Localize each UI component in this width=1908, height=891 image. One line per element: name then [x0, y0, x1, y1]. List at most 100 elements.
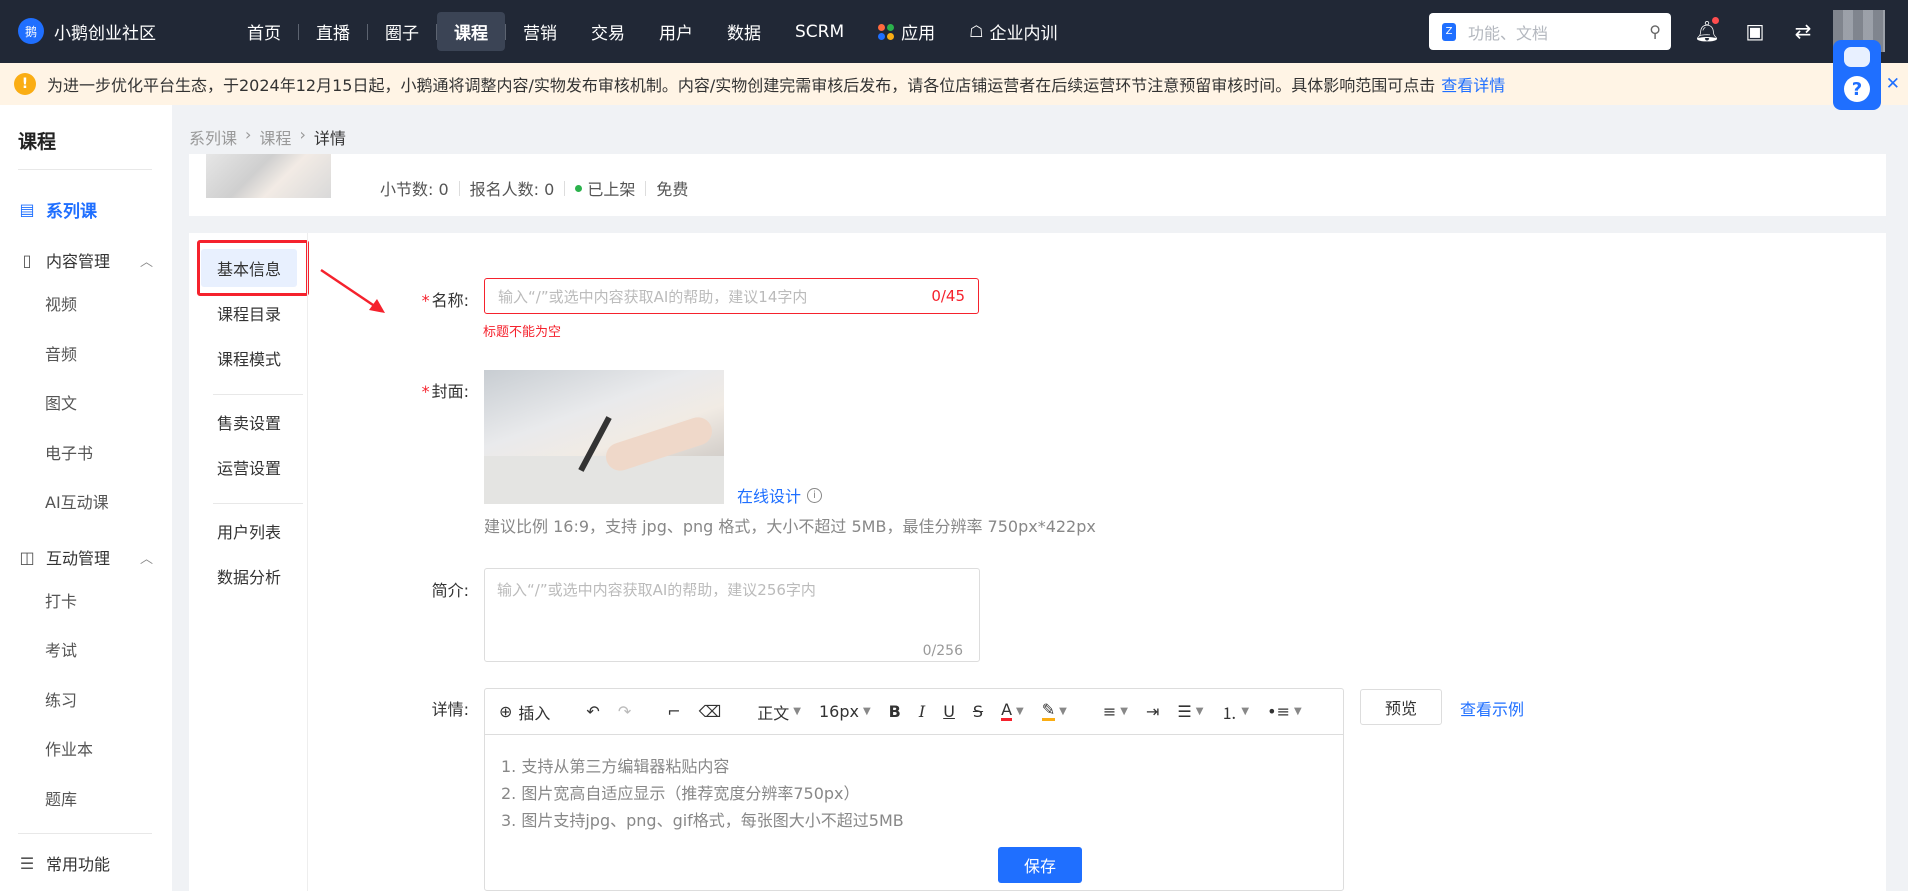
caret-down-icon: ▼: [1120, 706, 1128, 717]
strikethrough-icon[interactable]: S: [973, 702, 983, 721]
tab-user-list[interactable]: 用户列表: [201, 512, 297, 550]
search-box[interactable]: Z 功能、文档 ⚲: [1429, 13, 1671, 50]
required-mark: *: [421, 382, 430, 401]
nav-trade[interactable]: 交易: [574, 12, 642, 51]
breadcrumb-current: 详情: [313, 129, 346, 148]
sidebar-item-video[interactable]: 视频: [45, 291, 77, 315]
line-height-icon[interactable]: ☰ ▼: [1177, 702, 1203, 721]
sidebar-item-exam[interactable]: 考试: [45, 637, 77, 661]
sidebar-item-ebook[interactable]: 电子书: [45, 440, 93, 464]
store-icon[interactable]: ▣: [1743, 19, 1767, 43]
nav-scrm[interactable]: SCRM: [778, 12, 861, 51]
breadcrumb-item[interactable]: 系列课: [189, 125, 237, 149]
sidebar-group-content[interactable]: ▯ 内容管理 ︿: [18, 248, 153, 272]
status-dot: [575, 184, 583, 192]
switch-icon[interactable]: ⇄: [1791, 19, 1815, 43]
apps-grid-icon: [878, 23, 895, 40]
ordered-list-icon[interactable]: ⒈ ▼: [1221, 700, 1249, 724]
highlight-icon[interactable]: ✎ ▼: [1041, 702, 1067, 721]
search-icon[interactable]: ⚲: [1649, 22, 1661, 41]
annotation-arrow-icon: [320, 268, 385, 313]
save-button[interactable]: 保存: [998, 847, 1082, 883]
document-icon: ▯: [22, 250, 32, 270]
robot-icon: [1841, 44, 1873, 70]
intro-textarea[interactable]: 输入“/”或选中内容获取AI的帮助，建议256字内 0/256: [484, 568, 980, 662]
price-label: 免费: [656, 180, 689, 199]
brand[interactable]: 鹅 小鹅创业社区: [18, 18, 156, 44]
caret-down-icon: ▼: [1059, 706, 1067, 717]
tab-mode[interactable]: 课程模式: [201, 339, 297, 377]
editor-body[interactable]: 1. 支持从第三方编辑器粘贴内容 2. 图片宽高自适应显示（推荐宽度分辨率750…: [485, 735, 1343, 852]
underline-icon[interactable]: U: [943, 702, 955, 721]
subnav-divider: [213, 503, 303, 504]
course-list-icon: ▤: [19, 200, 35, 219]
sidebar-item-series[interactable]: ▤ 系列课: [18, 197, 97, 222]
tab-sales[interactable]: 售卖设置: [201, 403, 297, 441]
preview-button[interactable]: 预览: [1360, 689, 1442, 725]
caret-down-icon: ▼: [1195, 706, 1204, 717]
nav-data[interactable]: 数据: [710, 12, 778, 51]
font-color-icon[interactable]: A ▼: [1001, 702, 1024, 721]
notice-banner: ! 为进一步优化平台生态，于2024年12月15日起，小鹅通将调整内容/实物发布…: [0, 63, 1908, 105]
font-size-select[interactable]: 16px ▼: [819, 702, 871, 721]
cover-image[interactable]: [484, 370, 724, 504]
indent-icon[interactable]: ⇥: [1146, 702, 1159, 721]
info-icon[interactable]: i: [807, 487, 823, 503]
paragraph-select[interactable]: 正文 ▼: [757, 700, 801, 724]
nav-users[interactable]: 用户: [642, 12, 710, 51]
nav-apps[interactable]: 应用: [861, 12, 952, 51]
highlight-box: [197, 240, 309, 296]
nav-course[interactable]: 课程: [437, 12, 505, 51]
sidebar-group-interaction[interactable]: ◫ 互动管理 ︿: [18, 545, 153, 569]
insert-button[interactable]: ⊕ 插入: [499, 700, 550, 724]
undo-icon[interactable]: ↶: [586, 702, 599, 721]
bell-icon[interactable]: 🔔︎: [1694, 17, 1720, 43]
name-placeholder: 输入“/”或选中内容获取AI的帮助，建议14字内: [498, 287, 808, 306]
close-icon[interactable]: ✕: [1886, 74, 1900, 94]
eraser-icon[interactable]: ⌫: [699, 702, 722, 721]
intro-char-count: 0/256: [922, 643, 963, 659]
sidebar-group-label: 互动管理: [46, 549, 111, 568]
sidebar-item-checkin[interactable]: 打卡: [45, 588, 77, 612]
sidebar-item-practice[interactable]: 练习: [45, 687, 77, 711]
caret-down-icon: ▼: [862, 706, 871, 717]
tab-catalog[interactable]: 课程目录: [201, 294, 297, 332]
name-field[interactable]: 输入“/”或选中内容获取AI的帮助，建议14字内 0/45: [484, 278, 979, 314]
plus-circle-icon: ⊕: [499, 702, 513, 721]
online-design-link[interactable]: 在线设计 i: [737, 483, 823, 507]
sidebar-divider: [18, 169, 152, 170]
redo-icon[interactable]: ↷: [618, 702, 631, 721]
format-painter-icon[interactable]: ⌐: [667, 702, 680, 721]
sidebar-item-ai-course[interactable]: AI互动课: [45, 489, 109, 513]
sidebar-common-functions[interactable]: ☰ 常用功能: [18, 851, 153, 875]
italic-icon[interactable]: I: [919, 702, 925, 721]
sidebar-item-audio[interactable]: 音频: [45, 341, 77, 365]
breadcrumb-item[interactable]: 课程: [259, 125, 291, 149]
course-thumbnail: [206, 154, 331, 198]
nav-live[interactable]: 直播: [299, 12, 367, 51]
nav-marketing[interactable]: 营销: [506, 12, 574, 51]
search-input[interactable]: 功能、文档: [1468, 20, 1649, 44]
editor-hint-line: 2. 图片宽高自适应显示（推荐宽度分辨率750px）: [501, 784, 860, 803]
main-nav: 首页 直播 圈子 课程 营销 交易 用户 数据 SCRM 应用 ☖ 企业内训: [230, 12, 1074, 51]
help-assistant-button[interactable]: ?: [1833, 40, 1881, 110]
bullet-list-icon[interactable]: •≡ ▼: [1267, 702, 1302, 721]
nav-home[interactable]: 首页: [230, 12, 298, 51]
nav-training[interactable]: ☖ 企业内训: [952, 12, 1074, 51]
nav-apps-label: 应用: [901, 24, 936, 44]
interaction-icon: ◫: [19, 547, 35, 567]
sidebar-item-question-bank[interactable]: 题库: [45, 786, 77, 810]
bold-icon[interactable]: B: [889, 702, 901, 721]
lesson-count: 小节数: 0: [380, 180, 449, 199]
notice-detail-link[interactable]: 查看详情: [1441, 72, 1505, 96]
tab-analytics[interactable]: 数据分析: [201, 557, 297, 595]
rich-text-editor[interactable]: ⊕ 插入 ↶ ↷ ⌐ ⌫ 正文 ▼ 16px ▼ B I U S A ▼ ✎ ▼ ≡ ▼ ⇥…: [484, 688, 1344, 891]
nav-circle[interactable]: 圈子: [368, 12, 436, 51]
sidebar-item-article[interactable]: 图文: [45, 390, 77, 414]
view-example-link[interactable]: 查看示例: [1460, 696, 1524, 720]
breadcrumb: 系列课 › 课程 › 详情: [189, 125, 346, 149]
align-icon[interactable]: ≡ ▼: [1103, 702, 1128, 721]
sidebar-item-homework[interactable]: 作业本: [45, 736, 93, 760]
org-tree-icon: ☖: [969, 22, 984, 41]
tab-operations[interactable]: 运营设置: [201, 448, 297, 486]
